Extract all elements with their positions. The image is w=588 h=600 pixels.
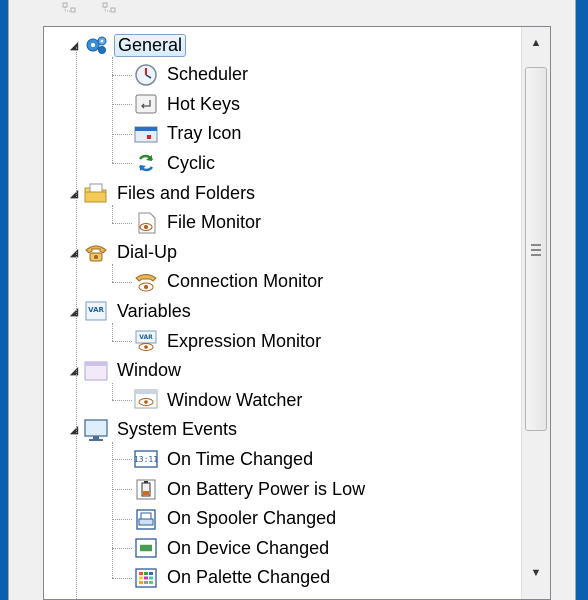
tree-connector bbox=[112, 264, 113, 282]
tree-connector bbox=[112, 548, 132, 550]
tray-icon bbox=[132, 121, 160, 147]
scroll-down-button[interactable]: ▼ bbox=[522, 561, 550, 585]
tree-node-label: Variables bbox=[117, 300, 191, 321]
tree-group-general[interactable]: ◢ General bbox=[66, 31, 187, 59]
tree-node-label: On Spooler Changed bbox=[167, 508, 337, 529]
dialog-window: ◢ General Scheduler Hot Keys Tray Icon Cyclic… bbox=[8, 0, 576, 600]
gears-icon bbox=[82, 32, 110, 58]
tree-connector bbox=[112, 400, 132, 402]
tree-item-connection-monitor[interactable]: Connection Monitor bbox=[132, 268, 326, 296]
scroll-up-button[interactable]: ▲ bbox=[522, 31, 550, 55]
tree-connector bbox=[112, 163, 132, 165]
tree-node-label: Window bbox=[117, 360, 182, 381]
window-icon bbox=[82, 358, 110, 384]
tree-connector bbox=[112, 518, 132, 520]
tree-connector bbox=[112, 74, 132, 76]
tree-node-label: On Device Changed bbox=[167, 537, 330, 558]
tree-item-tray-icon[interactable]: Tray Icon bbox=[132, 120, 244, 148]
tree-item-on-palette-changed[interactable]: On Palette Changed bbox=[132, 564, 333, 592]
expand-arrow-icon[interactable]: ◢ bbox=[66, 238, 82, 266]
clock-icon bbox=[132, 62, 160, 88]
tree-group-window[interactable]: ◢ Window bbox=[66, 357, 184, 385]
tree-node-label: Scheduler bbox=[167, 64, 249, 85]
tree-node-label: Dial-Up bbox=[117, 241, 178, 262]
tree-connector bbox=[112, 57, 113, 164]
telephone-icon bbox=[82, 239, 110, 265]
window-eye-icon bbox=[132, 387, 160, 413]
palette-icon bbox=[132, 565, 160, 591]
tree-connector bbox=[112, 382, 113, 401]
tree-node-label: Cyclic bbox=[167, 152, 215, 173]
tree-connector bbox=[112, 133, 132, 135]
vertical-scrollbar[interactable]: ▲ ▼ bbox=[521, 27, 550, 599]
tree-node-label: On Time Changed bbox=[167, 448, 314, 469]
file-eye-icon bbox=[132, 210, 160, 236]
cycle-arrows-icon bbox=[132, 150, 160, 176]
tree-node-label: System Events bbox=[117, 419, 238, 440]
tree-connector bbox=[112, 323, 113, 341]
tree-connector bbox=[112, 489, 132, 490]
tree-connector bbox=[112, 341, 132, 342]
monitor-icon bbox=[82, 417, 110, 443]
tree-connector bbox=[112, 222, 132, 224]
expand-arrow-icon[interactable]: ◢ bbox=[66, 179, 82, 207]
tree-expand-icon bbox=[62, 2, 76, 13]
tree-item-cyclic[interactable]: Cyclic bbox=[132, 149, 218, 177]
tree-node-label: General bbox=[114, 33, 187, 57]
tree-collapse-icon bbox=[102, 2, 116, 13]
tree-item-on-device-changed[interactable]: On Device Changed bbox=[132, 534, 332, 562]
tree-connector bbox=[112, 281, 132, 283]
var-icon: VAR bbox=[82, 298, 110, 324]
tree-node-label: Connection Monitor bbox=[167, 271, 324, 292]
expand-all-button[interactable] bbox=[59, 0, 85, 18]
tree-node-label: Window Watcher bbox=[167, 389, 303, 410]
tree-item-expression-monitor[interactable]: VAR Expression Monitor bbox=[132, 327, 324, 355]
telephone-eye-icon bbox=[132, 269, 160, 295]
expand-arrow-icon[interactable]: ◢ bbox=[66, 297, 82, 325]
tree-root-connector bbox=[76, 47, 77, 599]
expand-arrow-icon[interactable]: ◢ bbox=[66, 357, 82, 385]
expand-arrow-icon[interactable]: ◢ bbox=[66, 416, 82, 444]
event-tree-view[interactable]: ◢ General Scheduler Hot Keys Tray Icon Cyclic… bbox=[43, 26, 551, 600]
tree-node-label: On Battery Power is Low bbox=[167, 478, 366, 499]
tree-connector bbox=[112, 459, 132, 461]
tree-node-label: File Monitor bbox=[167, 212, 262, 233]
tree-item-on-time-changed[interactable]: 13:11 On Time Changed bbox=[132, 445, 316, 473]
svg-text:VAR: VAR bbox=[88, 306, 104, 314]
folder-icon bbox=[82, 180, 110, 206]
scroll-thumb[interactable] bbox=[525, 67, 547, 431]
svg-text:VAR: VAR bbox=[139, 334, 153, 341]
tree-item-window-watcher[interactable]: Window Watcher bbox=[132, 386, 305, 414]
tree-node-label: Files and Folders bbox=[117, 182, 256, 203]
tree-item-file-monitor[interactable]: File Monitor bbox=[132, 209, 264, 237]
tree-node-label: Expression Monitor bbox=[167, 330, 322, 351]
svg-text:13:11: 13:11 bbox=[134, 455, 158, 464]
tree-group-dial-up[interactable]: ◢ Dial-Up bbox=[66, 238, 180, 266]
tree-connector bbox=[112, 441, 113, 578]
keyboard-key-icon bbox=[132, 91, 160, 117]
tree-item-scheduler[interactable]: Scheduler bbox=[132, 61, 251, 89]
tree-node-label: Hot Keys bbox=[167, 93, 241, 114]
battery-icon bbox=[132, 476, 160, 502]
tree-content: ◢ General Scheduler Hot Keys Tray Icon Cyclic… bbox=[44, 27, 522, 599]
collapse-all-button[interactable] bbox=[99, 0, 125, 18]
tree-connector bbox=[112, 205, 113, 223]
var-eye-icon: VAR bbox=[132, 328, 160, 354]
tree-node-label: On Palette Changed bbox=[167, 567, 331, 588]
tree-group-system-events[interactable]: ◢ System Events bbox=[66, 416, 240, 444]
device-chip-icon bbox=[132, 535, 160, 561]
tree-node-label: Tray Icon bbox=[167, 123, 242, 144]
time-icon: 13:11 bbox=[132, 446, 160, 472]
tree-connector bbox=[112, 104, 132, 106]
tree-item-on-spooler-changed[interactable]: On Spooler Changed bbox=[132, 505, 339, 533]
tree-connector bbox=[112, 577, 132, 579]
expand-arrow-icon[interactable]: ◢ bbox=[66, 31, 82, 59]
tree-item-on-battery-power-is-low[interactable]: On Battery Power is Low bbox=[132, 475, 368, 503]
tree-group-files-and-folders[interactable]: ◢ Files and Folders bbox=[66, 179, 258, 207]
tree-item-hot-keys[interactable]: Hot Keys bbox=[132, 90, 243, 118]
tree-group-variables[interactable]: ◢ VAR Variables bbox=[66, 297, 194, 325]
scroll-grip bbox=[531, 244, 541, 256]
printer-icon bbox=[132, 506, 160, 532]
